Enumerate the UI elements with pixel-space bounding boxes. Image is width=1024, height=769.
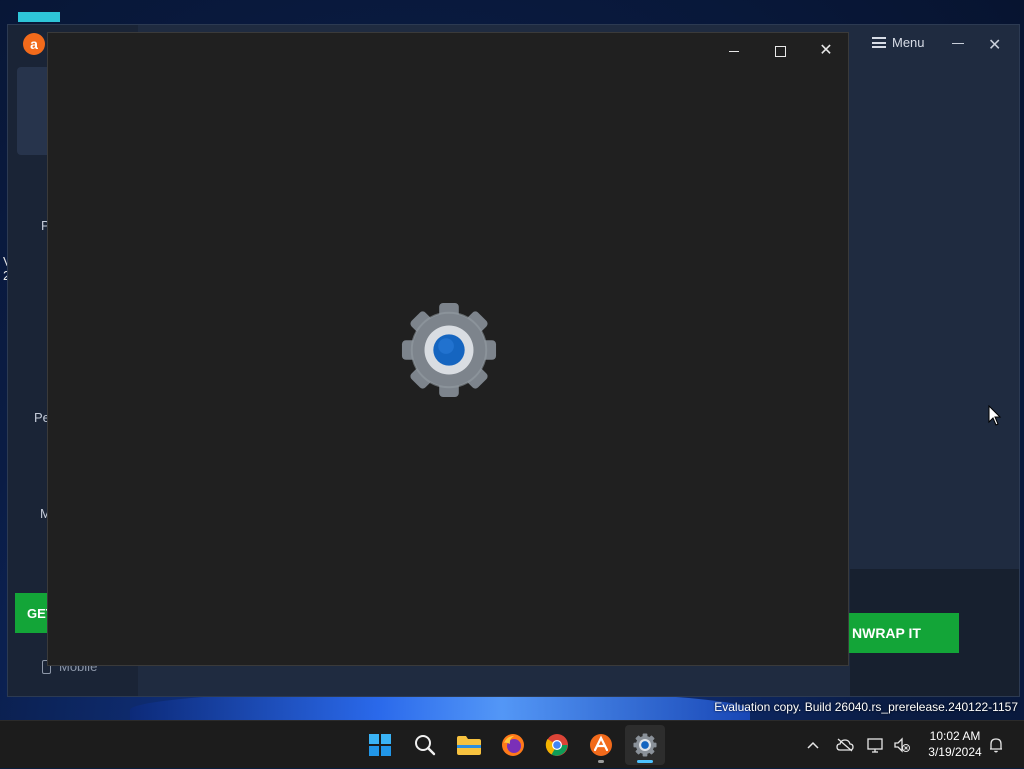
- volume-button[interactable]: [891, 721, 913, 769]
- settings-taskbar-button[interactable]: [625, 725, 665, 765]
- avast-logo-icon: a: [23, 33, 45, 55]
- clock-time: 10:02 AM: [929, 729, 981, 743]
- app-close-button[interactable]: ✕: [988, 35, 1001, 55]
- search-button[interactable]: [405, 725, 445, 765]
- windows-logo-icon: [369, 734, 391, 756]
- settings-window[interactable]: ✕: [47, 32, 849, 666]
- chrome-button[interactable]: [537, 725, 577, 765]
- onedrive-button[interactable]: [834, 721, 856, 769]
- folder-icon: [457, 736, 481, 755]
- menu-button[interactable]: Menu: [872, 35, 925, 50]
- app-minimize-button[interactable]: [952, 43, 964, 44]
- minimize-button[interactable]: [711, 37, 757, 65]
- minimize-icon: [729, 50, 739, 52]
- close-button[interactable]: ✕: [803, 37, 849, 65]
- system-clock[interactable]: 10:02 AM 3/19/2024: [920, 728, 990, 760]
- menu-label: Menu: [892, 35, 925, 50]
- desktop-icon-partial[interactable]: [18, 12, 60, 22]
- search-icon: [415, 735, 436, 756]
- chevron-up-icon: [807, 741, 819, 749]
- settings-gear-icon: [401, 302, 497, 398]
- running-indicator: [598, 760, 604, 763]
- unwrap-button[interactable]: NWRAP IT: [844, 613, 959, 653]
- maximize-button[interactable]: [757, 37, 803, 65]
- settings-gear-icon: [633, 733, 657, 757]
- cloud-offline-icon: [836, 738, 854, 752]
- maximize-icon: [774, 45, 786, 57]
- bell-icon: [990, 738, 1002, 753]
- start-button[interactable]: [360, 725, 400, 765]
- evaluation-watermark: Evaluation copy. Build 26040.rs_prerelea…: [714, 700, 1018, 714]
- file-explorer-button[interactable]: [449, 725, 489, 765]
- network-icon: [867, 738, 883, 753]
- firefox-button[interactable]: [493, 725, 533, 765]
- mouse-cursor-icon: [988, 405, 1002, 426]
- active-indicator: [637, 760, 653, 763]
- close-icon: ✕: [819, 42, 833, 59]
- chrome-icon: [545, 734, 568, 756]
- clock-date: 3/19/2024: [928, 745, 982, 759]
- taskbar: 10:02 AM 3/19/2024: [0, 720, 1024, 768]
- show-hidden-icons-button[interactable]: [803, 721, 823, 769]
- network-button[interactable]: [865, 721, 887, 769]
- avast-icon: [590, 734, 612, 756]
- volume-muted-icon: [894, 737, 910, 753]
- firefox-icon: [502, 734, 524, 756]
- notifications-button[interactable]: [985, 721, 1007, 769]
- avast-taskbar-button[interactable]: [581, 725, 621, 765]
- hamburger-icon: [872, 37, 886, 48]
